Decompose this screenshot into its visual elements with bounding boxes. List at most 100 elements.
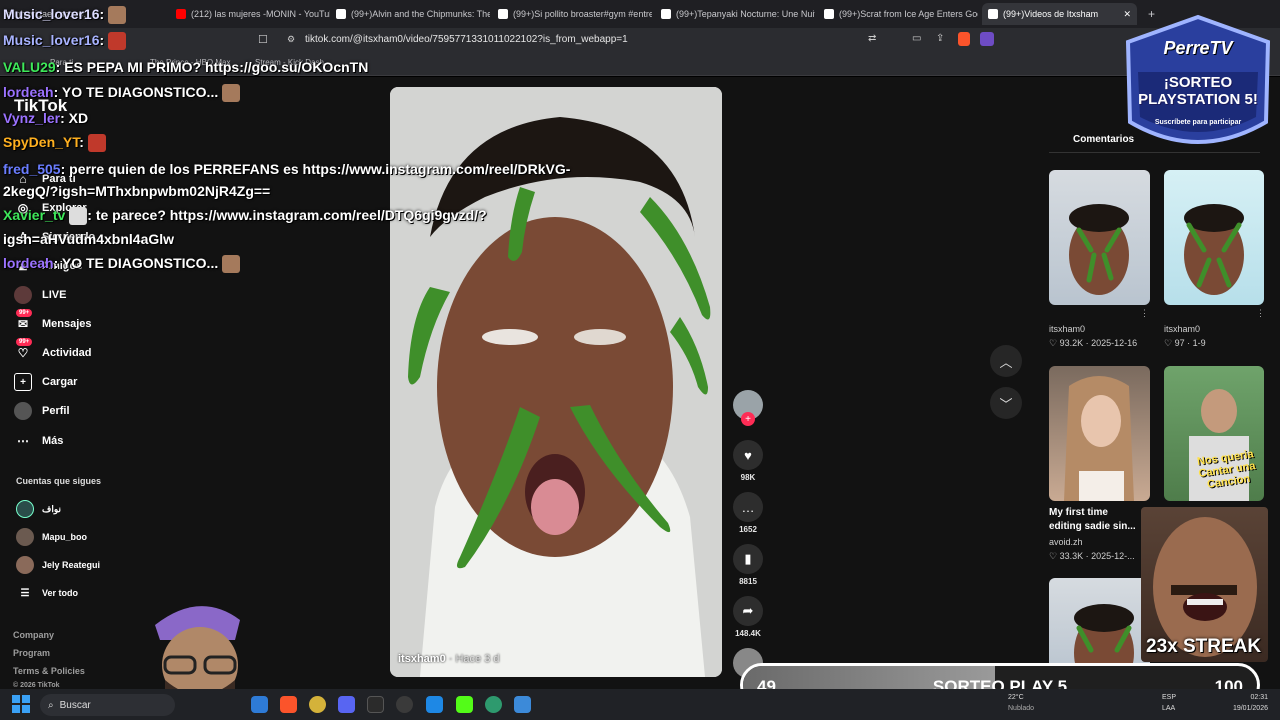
video-thumbnail[interactable] (1164, 170, 1264, 305)
translate-icon[interactable]: ⇄ (868, 33, 876, 44)
streamer-figure (155, 606, 240, 703)
avatar (16, 556, 34, 574)
app-icon[interactable] (367, 696, 384, 713)
keyboard-layout: LAA (1162, 705, 1176, 712)
nav-live[interactable]: LIVE (14, 286, 66, 304)
thumbnail-image (1064, 376, 1134, 501)
chat-message: Music_lover16: (3, 32, 127, 51)
following-account[interactable]: Mapu_boo (16, 528, 87, 546)
brave-shield-icon[interactable] (958, 32, 970, 46)
chat-message: igsh=aHVudm4xbnl4aGlw (3, 231, 175, 247)
app-icon[interactable] (396, 696, 413, 713)
app-icon[interactable] (426, 696, 443, 713)
site-info-icon[interactable]: ⚙ (287, 34, 295, 45)
following-account[interactable]: Jely Reategui (16, 556, 100, 574)
taskbar-search[interactable]: ⌕ Buscar (40, 694, 175, 716)
weather-desc: Nublado (1008, 705, 1035, 712)
language-indicator[interactable]: ESP (1162, 694, 1176, 701)
more-options-icon[interactable]: ⋮ (1256, 308, 1265, 319)
list-icon: ☰ (20, 587, 30, 599)
footer-company[interactable]: Company (13, 630, 54, 640)
notification-badge: 99+ (16, 309, 33, 317)
message-icon: ✉ 99+ (14, 309, 33, 333)
tiktok-icon (498, 9, 508, 19)
thumbnail-author[interactable]: avoid.zh (1049, 537, 1083, 547)
bookmark-icon[interactable]: ☐ (258, 33, 268, 46)
tab-5[interactable]: (99+)Scrat from Ice Age Enters God (818, 3, 978, 25)
app-icon[interactable] (485, 696, 502, 713)
emote-icon (69, 207, 88, 226)
chevron-up-icon: ︿ (999, 354, 1013, 370)
follow-plus-icon[interactable]: + (741, 412, 755, 426)
thumbnail-image (1184, 204, 1244, 295)
youtube-icon (176, 9, 186, 19)
avatar (16, 528, 34, 546)
chat-message: SpyDen_YT: (3, 134, 106, 153)
tab-3[interactable]: (99+)Si pollito broaster#gym #entre (492, 3, 652, 25)
nav-mensajes[interactable]: ✉ 99+ Mensajes (14, 309, 92, 333)
cast-icon[interactable]: ▭ (912, 33, 921, 44)
app-icon[interactable] (309, 696, 326, 713)
activity-icon: ♡ 99+ (14, 338, 33, 362)
save-button[interactable]: ▮ 8815 (733, 544, 763, 586)
next-video-button[interactable]: ﹀ (990, 387, 1022, 419)
browser-tab-bar: minhavidaeumcoco: (212) las mujeres -MON… (0, 0, 1280, 28)
chat-message: VALU29: ES PEPA MI PRIMO? https://goo.su… (3, 59, 369, 75)
tab-6[interactable]: (99+)Videos de Itxsham ✕ (982, 3, 1137, 25)
ver-todo-link[interactable]: ☰ Ver todo (16, 586, 79, 600)
heart-icon: ♡ (1049, 551, 1060, 561)
bookmark-icon: ▮ (733, 544, 763, 574)
tab-4[interactable]: (99+)Tepanyaki Nocturne: Une Nuit (655, 3, 815, 25)
like-button[interactable]: ♥ 98K (733, 440, 763, 482)
thumbnail-author[interactable]: itsxham0 (1164, 324, 1200, 334)
tab-1[interactable]: (212) las mujeres -MONIN - YouTube (170, 3, 330, 25)
emote-icon (108, 32, 127, 51)
profile-icon (14, 402, 32, 420)
emote-icon (87, 134, 106, 153)
footer-program[interactable]: Program (13, 648, 50, 658)
nav-mas[interactable]: ⋯ Más (14, 432, 63, 450)
video-thumbnail[interactable] (1049, 170, 1150, 305)
thumbnail-author[interactable]: itsxham0 (1049, 324, 1085, 334)
app-icon[interactable] (514, 696, 531, 713)
extension-icon[interactable] (980, 32, 994, 46)
upload-icon: + (14, 373, 32, 391)
promo-title: ¡SORTEO PLAYSTATION 5! (1138, 74, 1258, 108)
video-thumbnail[interactable] (1049, 366, 1150, 501)
nav-cargar[interactable]: + Cargar (14, 373, 77, 391)
windows-start-button[interactable] (12, 695, 30, 713)
tab-2[interactable]: (99+)Alvin and the Chipmunks: Theo (330, 3, 490, 25)
windows-taskbar: ⌕ Buscar 22°C Nublado ESP LAA 02:31 19/01… (0, 689, 1280, 720)
following-title: Cuentas que sigues (16, 476, 102, 486)
comment-button[interactable]: … 1652 (733, 492, 763, 534)
app-icon[interactable] (251, 696, 268, 713)
previous-video-button[interactable]: ︿ (990, 345, 1022, 377)
kick-icon[interactable] (456, 696, 473, 713)
nav-actividad[interactable]: ♡ 99+ Actividad (14, 338, 92, 362)
brave-icon[interactable] (280, 696, 297, 713)
video-author-label[interactable]: itsxham0 · Hace 3 d (398, 653, 500, 665)
url-field[interactable]: tiktok.com/@itsxham0/video/7595771331011… (305, 34, 628, 45)
following-account[interactable]: نواف (16, 500, 61, 518)
share-icon[interactable]: ⇪ (936, 33, 944, 44)
video-thumbnail[interactable]: Nos queria Cantar una Cancion (1164, 366, 1264, 501)
emote-icon (108, 6, 127, 25)
sorteo-promo-badge: PerreTV ¡SORTEO PLAYSTATION 5! Suscríbet… (1118, 12, 1278, 162)
comment-icon: … (733, 492, 763, 522)
weather-temp[interactable]: 22°C (1008, 694, 1024, 701)
notification-badge: 99+ (16, 338, 33, 346)
author-avatar-button[interactable]: + (733, 390, 763, 426)
more-options-icon[interactable]: ⋮ (1140, 308, 1149, 319)
heart-icon: ♡ (1164, 338, 1175, 348)
clock-time[interactable]: 02:31 (1232, 694, 1268, 701)
nav-perfil[interactable]: Perfil (14, 402, 70, 420)
discord-icon[interactable] (338, 696, 355, 713)
thumbnail-stats: ♡ 33.3K · 2025-12-... (1049, 551, 1135, 561)
share-button[interactable]: ➦ 148.4K (733, 596, 763, 638)
clock-date: 19/01/2026 (1232, 705, 1268, 712)
avatar (16, 500, 34, 518)
chat-message: Vynz_ler: XD (3, 110, 89, 126)
share-icon: ➦ (733, 596, 763, 626)
thumbnail-title[interactable]: My first time editing sadie sin... (1049, 506, 1139, 534)
footer-terms[interactable]: Terms & Policies (13, 666, 85, 676)
